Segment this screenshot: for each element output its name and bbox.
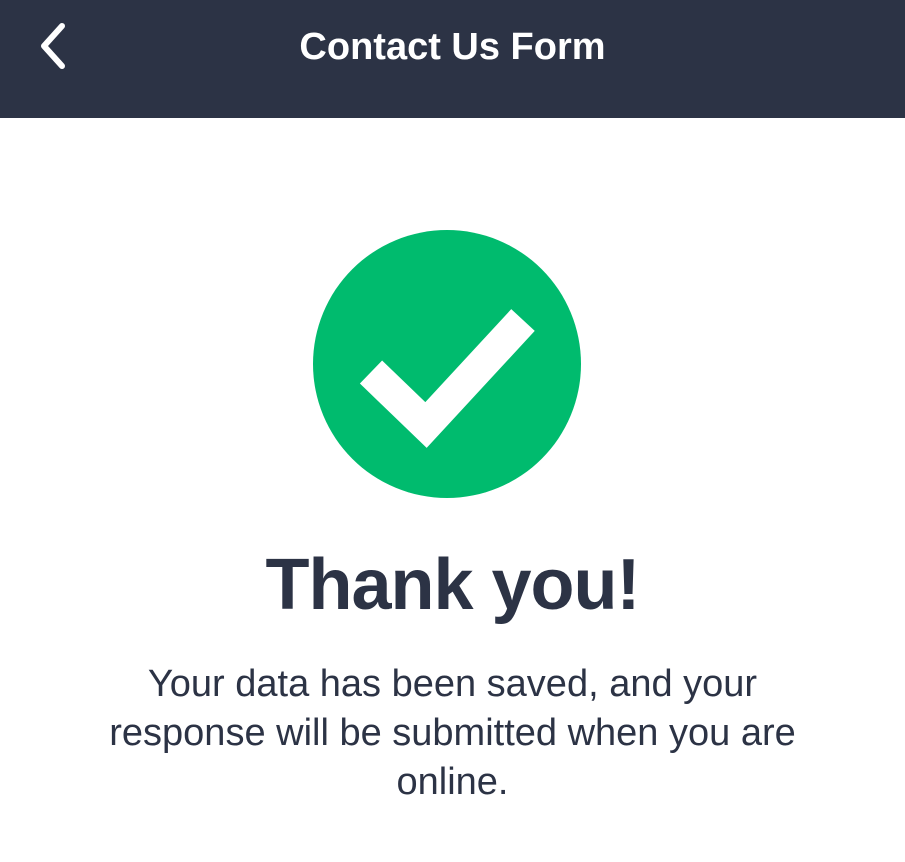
page-title: Contact Us Form	[299, 26, 606, 68]
confirmation-message: Your data has been saved, and your respo…	[109, 663, 796, 803]
thank-you-heading: Thank you!	[265, 545, 640, 625]
app-header: Contact Us Form	[0, 0, 905, 118]
checkmark-circle-icon	[313, 230, 581, 498]
